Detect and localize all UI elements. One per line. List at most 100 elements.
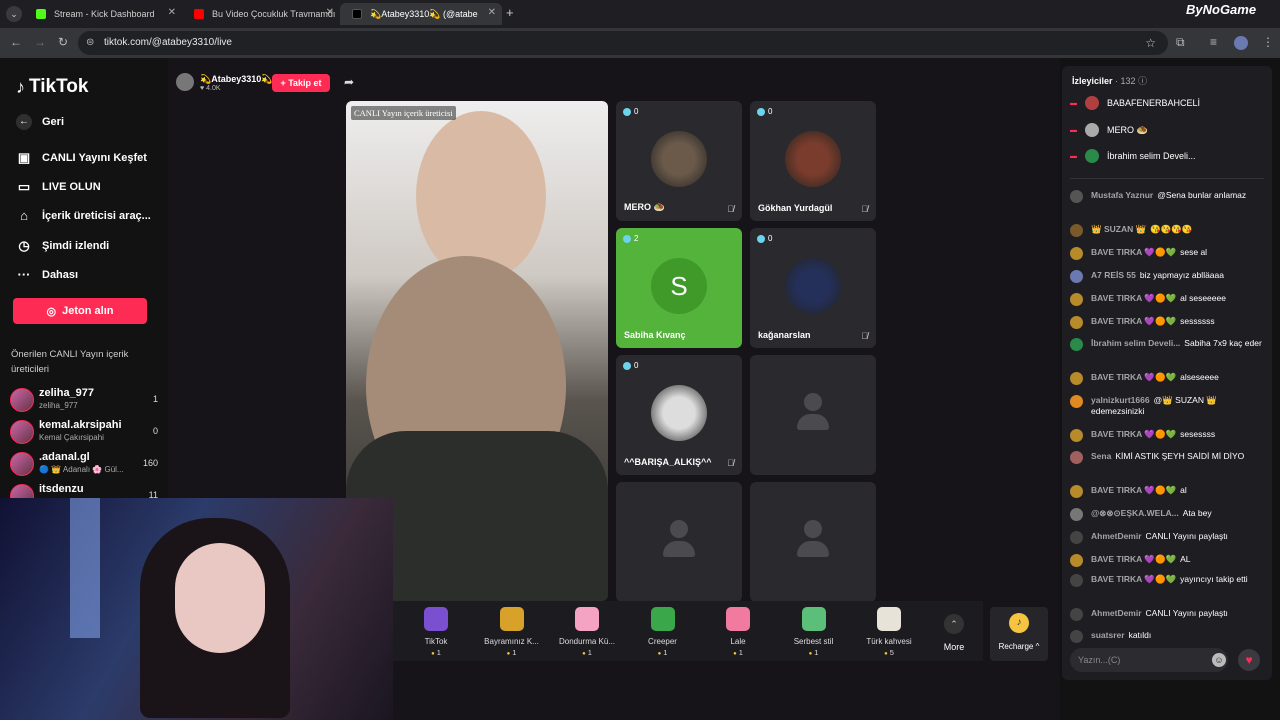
- chat-message[interactable]: suatsrer katıldı: [1070, 630, 1268, 643]
- tab-youtube-video[interactable]: Bu Video Çocukluk Travmamdı ✕: [182, 3, 340, 25]
- top-viewer[interactable]: ▬ MERO 🧆: [1070, 123, 1148, 137]
- chat-message[interactable]: BAVE TIRKA 💜🟠💚 sesessss: [1070, 429, 1268, 442]
- sidebar-item-more[interactable]: ··· Dahası: [16, 267, 79, 282]
- guest-seat[interactable]: 0 Gökhan Yurdagül 🎙̸: [750, 101, 876, 221]
- more-gifts-button[interactable]: ⌃ More: [938, 614, 970, 652]
- close-tab-icon[interactable]: ✕: [326, 7, 334, 18]
- chat-username[interactable]: BAVE TIRKA 💜🟠💚: [1091, 554, 1176, 564]
- sidebar-item-creator-tools[interactable]: ⌂ İçerik üreticisi araç...: [16, 208, 151, 223]
- chat-username[interactable]: Sena: [1091, 451, 1111, 461]
- top-viewer[interactable]: ▬ BABAFENERBAHCELİ: [1070, 96, 1200, 110]
- browser-menu-icon[interactable]: ⋮: [1262, 35, 1274, 49]
- avatar: [1070, 508, 1083, 521]
- chat-message[interactable]: BAVE TIRKA 💜🟠💚 sese al: [1070, 247, 1268, 260]
- chat-username[interactable]: 👑 SUZAN 👑: [1091, 224, 1146, 234]
- chat-username[interactable]: AhmetDemir: [1091, 531, 1142, 541]
- host-avatar[interactable]: [176, 73, 194, 91]
- viewers-title[interactable]: İzleyiciler · 132 ⓘ: [1072, 74, 1147, 87]
- tab-search-icon[interactable]: ⌄: [6, 6, 22, 22]
- chat-message[interactable]: Mustafa Yaznur @Sena bunlar anlamaz: [1070, 190, 1268, 203]
- info-icon[interactable]: ⓘ: [1138, 76, 1147, 86]
- chat-message[interactable]: 👑 SUZAN 👑 😘😘😘😘: [1070, 224, 1268, 237]
- follow-button[interactable]: + Takip et: [272, 74, 330, 92]
- chat-username[interactable]: BAVE TIRKA 💜🟠💚: [1091, 485, 1176, 495]
- sidebar-item-back[interactable]: ← Geri: [16, 114, 64, 130]
- chat-message[interactable]: AhmetDemir CANLI Yayını paylaştı: [1070, 531, 1268, 544]
- tiktok-logo[interactable]: ♪ TikTok: [16, 76, 88, 98]
- empty-seat[interactable]: [616, 482, 742, 602]
- chat-message[interactable]: BAVE TIRKA 💜🟠💚 yayıncıyı takip etti: [1070, 574, 1268, 587]
- tab-tiktok-live[interactable]: 💫Atabey3310💫 (@atabe ✕: [340, 3, 502, 25]
- recommended-creator[interactable]: kemal.akrsipahi Kemal Çakırsipahi 0: [10, 418, 160, 446]
- chat-username[interactable]: BAVE TIRKA 💜🟠💚: [1091, 429, 1176, 439]
- chat-username[interactable]: BAVE TIRKA 💜🟠💚: [1091, 372, 1176, 382]
- chat-username[interactable]: AhmetDemir: [1091, 608, 1142, 618]
- chat-message[interactable]: BAVE TIRKA 💜🟠💚 al seseeeee: [1070, 293, 1268, 306]
- close-tab-icon[interactable]: ✕: [168, 7, 176, 18]
- sidebar-item-history[interactable]: ◷ Şimdi izlendi: [16, 238, 109, 254]
- gift-item[interactable]: Dondurma Kü... 1: [554, 607, 620, 657]
- host-name[interactable]: 💫Atabey3310💫: [200, 74, 272, 85]
- chat-username[interactable]: İbrahim selim Develi...: [1091, 338, 1180, 348]
- gift-item[interactable]: Serbest stil 1: [781, 607, 847, 657]
- new-tab-icon[interactable]: +: [506, 5, 514, 20]
- gift-item[interactable]: TikTok 1: [403, 607, 469, 657]
- share-icon[interactable]: ➦: [344, 75, 354, 89]
- empty-seat[interactable]: [750, 482, 876, 602]
- chat-message[interactable]: @⊗⊗⊙EŞKA.WELA... Ata bey: [1070, 508, 1268, 521]
- recommended-creator[interactable]: .adanal.gl 🔵 👑 Adanalı 🌸 Gül... 160: [10, 450, 160, 478]
- guest-seat[interactable]: 0 ^^BARIŞA_ALKIŞ^^ 🎙̸: [616, 355, 742, 475]
- close-tab-icon[interactable]: ✕: [488, 7, 496, 18]
- gift-item[interactable]: Türk kahvesi 5: [856, 607, 922, 657]
- recharge-button[interactable]: ♪ Recharge ^: [990, 607, 1048, 661]
- chat-message[interactable]: yalnizkurt1666 @👑 SUZAN 👑 edemezsinizki: [1070, 395, 1268, 417]
- chat-message[interactable]: BAVE TIRKA 💜🟠💚 al: [1070, 485, 1268, 498]
- reload-icon[interactable]: ↻: [58, 35, 68, 49]
- chat-message[interactable]: BAVE TIRKA 💜🟠💚 sessssss: [1070, 316, 1268, 329]
- chat-username[interactable]: BAVE TIRKA 💜🟠💚: [1091, 293, 1176, 303]
- gift-item[interactable]: Lale 1: [705, 607, 771, 657]
- chat-username[interactable]: suatsrer: [1091, 630, 1125, 640]
- sidebar-item-live-explore[interactable]: ▣ CANLI Yayını Keşfet: [16, 150, 147, 166]
- top-viewer[interactable]: ▬ İbrahim selim Develi...: [1070, 149, 1196, 163]
- chat-username[interactable]: A7 REİS 55: [1091, 270, 1136, 280]
- tab-kick-dashboard[interactable]: Stream - Kick Dashboard ✕: [24, 3, 182, 25]
- chat-username[interactable]: BAVE TIRKA 💜🟠💚: [1091, 316, 1176, 326]
- chat-username[interactable]: BAVE TIRKA 💜🟠💚: [1091, 574, 1176, 584]
- recommended-creator[interactable]: zeliha_977 zeliha_977 1: [10, 386, 160, 414]
- guest-seat[interactable]: 0 kağanarslan 🎙̸: [750, 228, 876, 348]
- site-info-icon[interactable]: ⊜: [86, 31, 94, 55]
- chat-message[interactable]: A7 REİS 55 biz yapmayız ablläaaa: [1070, 270, 1268, 283]
- gift-item[interactable]: Creeper 1: [630, 607, 696, 657]
- chat-username[interactable]: @⊗⊗⊙EŞKA.WELA...: [1091, 508, 1179, 518]
- chat-username[interactable]: Mustafa Yaznur: [1091, 190, 1153, 200]
- sidebar-item-go-live[interactable]: ▭ LIVE OLUN: [16, 179, 101, 195]
- gift-icon: [877, 607, 901, 631]
- back-icon[interactable]: ←: [10, 35, 22, 49]
- guest-seat[interactable]: 2 S Sabiha Kıvanç: [616, 228, 742, 348]
- chat-username[interactable]: BAVE TIRKA 💜🟠💚: [1091, 247, 1176, 257]
- chat-panel: İzleyiciler · 132 ⓘ ▬ BABAFENERBAHCELİ ▬…: [1062, 66, 1272, 680]
- forward-icon[interactable]: →: [34, 35, 46, 49]
- bookmark-star-icon[interactable]: ☆: [1145, 31, 1156, 55]
- like-heart-button[interactable]: ♥: [1238, 649, 1260, 671]
- chat-message[interactable]: BAVE TIRKA 💜🟠💚 alseseeee: [1070, 372, 1268, 385]
- extensions-icon[interactable]: ⧉: [1176, 35, 1185, 50]
- chat-message[interactable]: İbrahim selim Develi... Sabiha 7x9 kaç ed…: [1070, 338, 1268, 351]
- media-controls-icon[interactable]: ≡: [1210, 35, 1217, 49]
- gift-item[interactable]: Bayramınız K... 1: [479, 607, 545, 657]
- empty-person-icon: [797, 393, 829, 437]
- gift-price: 1: [554, 648, 620, 657]
- chat-message[interactable]: BAVE TIRKA 💜🟠💚 AL: [1070, 554, 1268, 567]
- get-coins-button[interactable]: ◎ Jeton alın: [13, 298, 147, 324]
- address-bar[interactable]: ⊜ tiktok.com/@atabey3310/live ☆: [78, 31, 1168, 55]
- chat-message[interactable]: Sena KİMİ ASTIK ŞEYH SAİDİ Mİ DİYO: [1070, 451, 1268, 464]
- emoji-icon[interactable]: ☺: [1212, 653, 1226, 667]
- bynogame-watermark: ByNoGame: [1186, 2, 1257, 17]
- chat-input[interactable]: Yazın...(C): [1070, 648, 1228, 672]
- chat-message[interactable]: AhmetDemir CANLI Yayını paylaştı: [1070, 608, 1268, 621]
- guest-seat[interactable]: 0 MERO 🧆 🎙̸: [616, 101, 742, 221]
- chat-username[interactable]: yalnizkurt1666: [1091, 395, 1150, 405]
- empty-seat[interactable]: [750, 355, 876, 475]
- profile-avatar-icon[interactable]: [1234, 36, 1248, 50]
